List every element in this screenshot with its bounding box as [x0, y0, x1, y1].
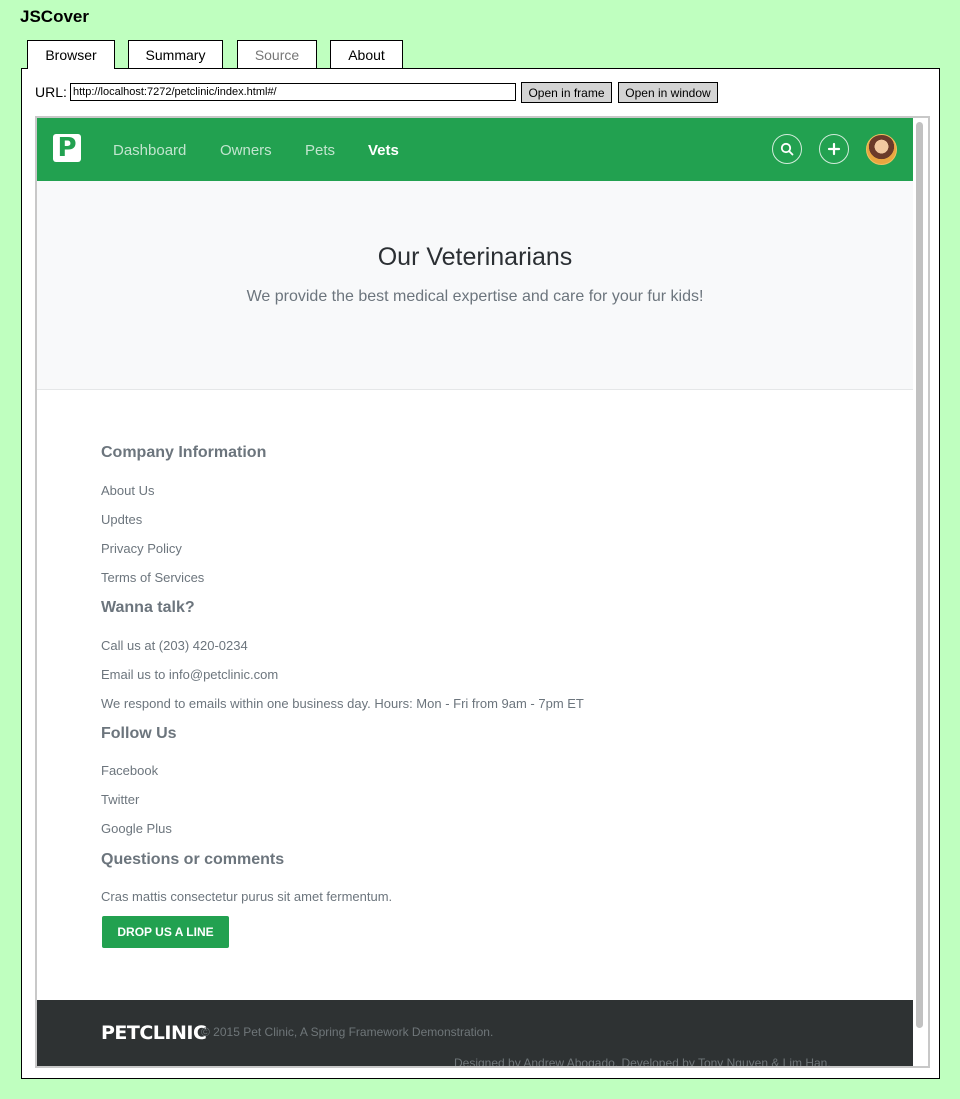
search-button[interactable] — [772, 134, 802, 164]
phone-text: Call us at (203) 420-0234 — [101, 638, 248, 653]
page-subtitle: We provide the best medical expertise an… — [246, 288, 704, 305]
open-in-window-button[interactable]: Open in window — [618, 82, 718, 103]
follow-heading: Follow Us — [101, 725, 177, 742]
tab-source[interactable]: Source — [237, 40, 317, 68]
nav-vets[interactable]: Vets — [368, 142, 399, 159]
footer-link-about-us[interactable]: About Us — [101, 483, 154, 498]
questions-text: Cras mattis consectetur purus sit amet f… — [101, 889, 393, 904]
hours-text: We respond to emails within one business… — [101, 696, 584, 711]
email-text: Email us to info@petclinic.com — [101, 667, 279, 682]
footer-link-updates[interactable]: Updtes — [101, 512, 142, 527]
app-title: JSCover — [20, 7, 89, 26]
questions-heading: Questions or comments — [101, 851, 285, 868]
frame-scrollbar[interactable] — [916, 122, 923, 1028]
drop-us-a-line-button[interactable]: DROP US A LINE — [102, 916, 229, 948]
copyright-text: © 2015 Pet Clinic, A Spring Framework De… — [201, 1025, 494, 1039]
hero-section: Our Veterinarians We provide the best me… — [37, 181, 913, 390]
talk-heading: Wanna talk? — [101, 599, 195, 616]
add-button[interactable] — [819, 134, 849, 164]
nav-dashboard[interactable]: Dashboard — [113, 142, 186, 159]
search-icon — [780, 142, 794, 156]
footer-link-privacy-policy[interactable]: Privacy Policy — [101, 541, 182, 556]
petclinic-brand-logo: PETCLINIC — [101, 1022, 207, 1044]
site-navbar: P Dashboard Owners Pets Vets — [37, 118, 913, 181]
site-bottom-bar: PETCLINIC © 2015 Pet Clinic, A Spring Fr… — [37, 1000, 913, 1068]
petclinic-logo[interactable]: P — [53, 133, 81, 163]
footer-link-terms[interactable]: Terms of Services — [101, 570, 204, 585]
tab-browser[interactable]: Browser — [27, 40, 115, 69]
page-title: Our Veterinarians — [377, 243, 573, 271]
preview-frame: P Dashboard Owners Pets Vets Our Veterin… — [35, 116, 930, 1068]
url-label: URL: — [35, 84, 67, 100]
tab-summary[interactable]: Summary — [128, 40, 223, 68]
nav-owners[interactable]: Owners — [220, 142, 272, 159]
nav-pets[interactable]: Pets — [305, 142, 335, 159]
url-input[interactable] — [70, 83, 516, 101]
footer-link-facebook[interactable]: Facebook — [101, 763, 158, 778]
credits-text: Designed by Andrew Abogado. Developed by… — [454, 1056, 831, 1068]
footer-link-google-plus[interactable]: Google Plus — [101, 821, 172, 836]
footer-link-twitter[interactable]: Twitter — [101, 792, 139, 807]
company-info-heading: Company Information — [101, 444, 267, 461]
plus-icon — [827, 142, 841, 156]
open-in-frame-button[interactable]: Open in frame — [521, 82, 612, 103]
tab-about[interactable]: About — [330, 40, 403, 68]
avatar[interactable] — [866, 134, 897, 165]
